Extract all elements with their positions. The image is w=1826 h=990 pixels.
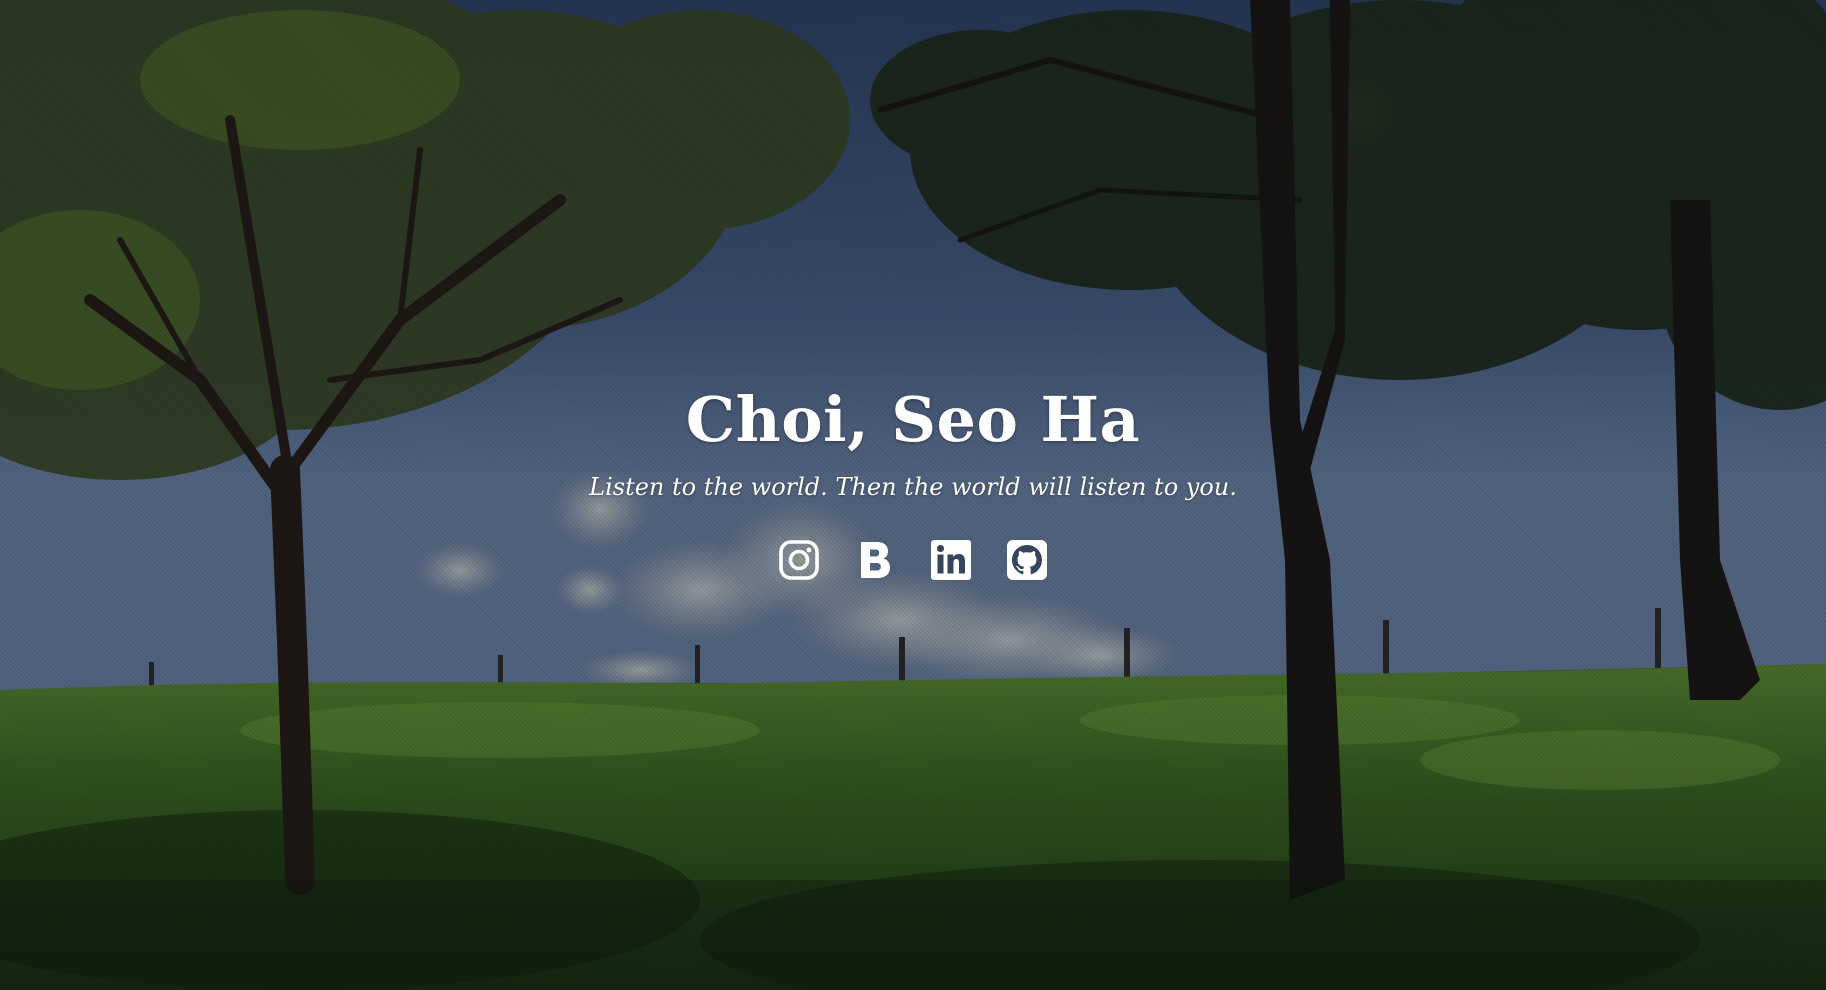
blog-icon bbox=[861, 542, 890, 578]
site-title: Choi, Seo Ha bbox=[685, 383, 1141, 456]
instagram-icon bbox=[779, 540, 819, 580]
linkedin-link[interactable] bbox=[929, 538, 973, 582]
github-icon bbox=[1007, 540, 1047, 580]
instagram-link[interactable] bbox=[777, 538, 821, 582]
social-links bbox=[0, 538, 1826, 582]
site-tagline: Listen to the world. Then the world will… bbox=[589, 473, 1237, 501]
hero-section: Choi, Seo Ha Listen to the world. Then t… bbox=[0, 0, 1826, 990]
linkedin-icon bbox=[931, 540, 971, 580]
blog-link[interactable] bbox=[853, 538, 897, 582]
github-link[interactable] bbox=[1005, 538, 1049, 582]
hero-content: Choi, Seo Ha Listen to the world. Then t… bbox=[0, 380, 1826, 582]
